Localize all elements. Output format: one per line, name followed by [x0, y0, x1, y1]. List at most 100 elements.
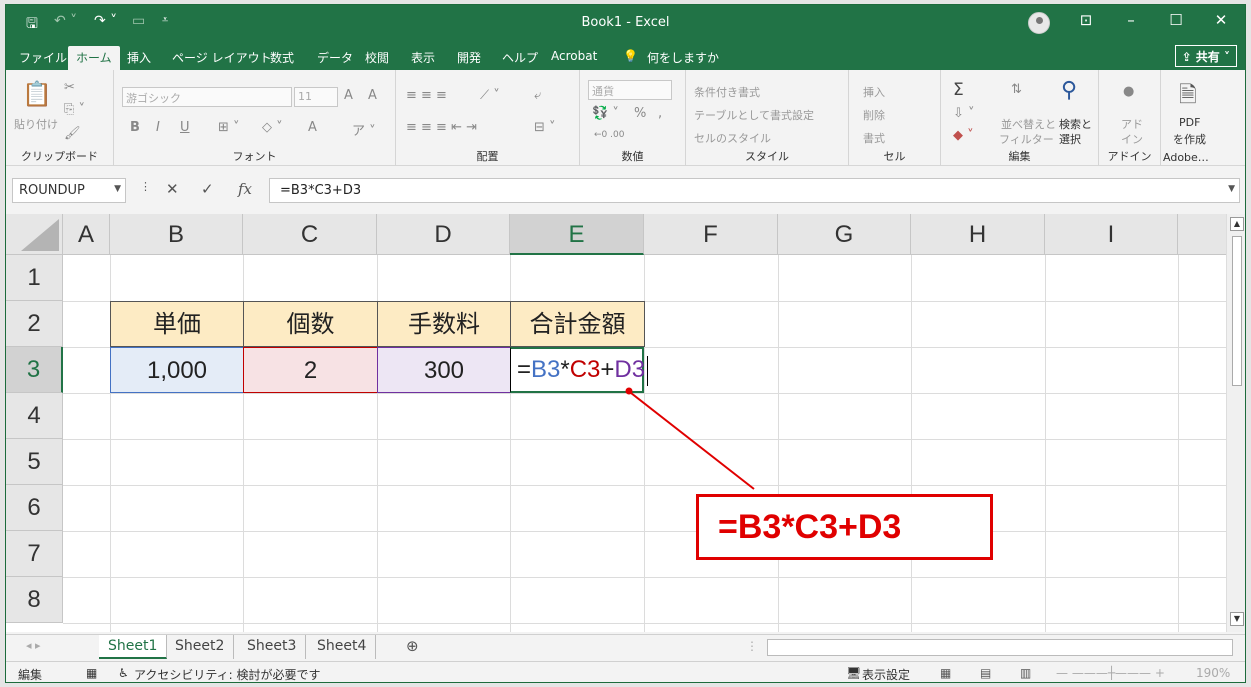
fill-color-icon[interactable]: ◇ ˅: [262, 120, 283, 135]
number-format-combo[interactable]: 通貨: [588, 80, 672, 100]
enter-icon[interactable]: ✓: [201, 180, 214, 198]
tab-file[interactable]: ファイル: [19, 49, 67, 66]
tab-data[interactable]: データ: [317, 49, 353, 66]
tab-help[interactable]: ヘルプ: [502, 49, 538, 66]
add-sheet-icon[interactable]: ⊕: [406, 637, 419, 655]
bold-button[interactable]: B: [130, 120, 140, 135]
column-header[interactable]: I: [1045, 214, 1178, 255]
font-size-combo[interactable]: 11: [294, 87, 338, 107]
wrap-text-icon[interactable]: ⤶: [534, 88, 541, 103]
page-break-icon[interactable]: ▥: [1020, 666, 1031, 680]
row-header[interactable]: 8: [6, 577, 63, 623]
cut-icon[interactable]: ✂: [64, 80, 75, 95]
conditional-format-button[interactable]: 条件付き書式: [694, 84, 760, 100]
insert-function-icon[interactable]: fx: [238, 180, 252, 198]
orientation-icon[interactable]: ⟋ ˅: [480, 88, 500, 103]
restore-icon[interactable]: ☐: [1161, 11, 1191, 29]
align-top-icon[interactable]: ≡ ≡ ≡: [406, 88, 447, 103]
pdf-icon[interactable]: 🗎: [1179, 78, 1197, 116]
tell-me-search[interactable]: 何をしますか: [647, 49, 719, 66]
account-avatar[interactable]: [1028, 12, 1050, 34]
row-header[interactable]: 1: [6, 255, 63, 301]
column-header[interactable]: A: [63, 214, 110, 255]
row-header[interactable]: 4: [6, 393, 63, 439]
autosum-icon[interactable]: Σ: [953, 80, 964, 100]
format-as-table-button[interactable]: テーブルとして書式設定: [694, 107, 814, 123]
row-header[interactable]: 6: [6, 485, 63, 531]
column-header[interactable]: [1178, 214, 1226, 255]
row-header[interactable]: 7: [6, 531, 63, 577]
border-icon[interactable]: ⊞ ˅: [218, 120, 240, 135]
column-header[interactable]: F: [644, 214, 778, 255]
copy-icon[interactable]: ⎘ ˅: [64, 102, 85, 117]
column-header[interactable]: B: [110, 214, 243, 255]
normal-view-icon[interactable]: ▦: [940, 666, 951, 680]
tab-acrobat[interactable]: Acrobat: [551, 49, 597, 63]
clear-icon[interactable]: ◆ ˅: [953, 128, 974, 143]
display-settings-button[interactable]: 表示設定: [862, 666, 910, 682]
name-box[interactable]: ROUNDUP ▼: [12, 178, 126, 203]
worksheet-grid[interactable]: A B C D E F G H I 1 2 3 4 5 6 7 8 単価 個数 …: [6, 214, 1226, 632]
ribbon-display-icon[interactable]: ⊡: [1071, 11, 1101, 29]
insert-cells-button[interactable]: 挿入: [863, 84, 885, 100]
zoom-slider[interactable]: — ———┼——— +: [1056, 666, 1165, 680]
expand-icon[interactable]: ▼: [1228, 184, 1235, 194]
shrink-font-icon[interactable]: A: [368, 88, 377, 103]
tab-formulas[interactable]: 数式: [270, 49, 294, 66]
font-color-icon[interactable]: A: [308, 120, 317, 135]
share-button[interactable]: ⇪ 共有 ˅: [1174, 45, 1237, 67]
grow-font-icon[interactable]: A: [344, 88, 353, 103]
merge-center-icon[interactable]: ⊟ ˅: [534, 120, 556, 135]
tab-home[interactable]: ホーム: [68, 46, 120, 70]
column-header[interactable]: C: [243, 214, 377, 255]
comma-button[interactable]: ,: [658, 106, 662, 121]
cell-c2[interactable]: 個数: [243, 301, 378, 347]
font-name-combo[interactable]: 游ゴシック: [122, 87, 292, 107]
scroll-down-icon[interactable]: ▼: [1230, 612, 1244, 626]
row-header[interactable]: 5: [6, 439, 63, 485]
cell-d2[interactable]: 手数料: [377, 301, 511, 347]
align-left-icon[interactable]: ≡ ≡ ≡ ⇤ ⇥: [406, 120, 477, 135]
sheet-tab-2[interactable]: Sheet2: [166, 635, 235, 659]
close-icon[interactable]: ✕: [1206, 11, 1236, 29]
scroll-thumb[interactable]: [1232, 236, 1242, 386]
format-painter-icon[interactable]: 🖌: [64, 126, 81, 141]
sort-filter-icon[interactable]: ⇅: [1011, 82, 1022, 97]
cell-d3[interactable]: 300: [377, 347, 511, 393]
tab-developer[interactable]: 開発: [457, 49, 481, 66]
accessibility-status[interactable]: アクセシビリティ: 検討が必要です: [134, 666, 321, 682]
column-header[interactable]: D: [377, 214, 510, 255]
italic-button[interactable]: I: [156, 120, 160, 135]
cell-b2[interactable]: 単価: [110, 301, 244, 347]
underline-button[interactable]: U: [180, 120, 190, 135]
zoom-level[interactable]: 190%: [1196, 666, 1230, 680]
decimal-icon[interactable]: ←0 .00: [594, 130, 624, 140]
paste-icon[interactable]: 📋: [22, 80, 52, 108]
horizontal-scrollbar[interactable]: [767, 639, 1233, 656]
vertical-scrollbar[interactable]: ▲ ▼: [1226, 214, 1245, 632]
column-header-selected[interactable]: E: [510, 214, 644, 255]
addins-icon[interactable]: ●: [1123, 84, 1134, 99]
cell-e3-editing[interactable]: =B3*C3+D3: [510, 347, 649, 393]
sheet-tab-3[interactable]: Sheet3: [238, 635, 307, 659]
row-header-selected[interactable]: 3: [6, 347, 63, 393]
format-cells-button[interactable]: 書式: [863, 130, 885, 146]
phonetic-icon[interactable]: ア ˅: [352, 120, 376, 139]
percent-button[interactable]: %: [634, 106, 646, 121]
tab-page-layout[interactable]: ページ レイアウト: [172, 49, 272, 66]
sheet-tab-1[interactable]: Sheet1: [99, 635, 168, 659]
cell-c3[interactable]: 2: [243, 347, 378, 393]
delete-cells-button[interactable]: 削除: [863, 107, 885, 123]
tab-view[interactable]: 表示: [411, 49, 435, 66]
sheet-tab-4[interactable]: Sheet4: [308, 635, 377, 659]
search-icon[interactable]: ⚲: [1061, 78, 1077, 103]
cell-b3[interactable]: 1,000: [110, 347, 244, 393]
cell-styles-button[interactable]: セルのスタイル: [694, 130, 771, 146]
column-header[interactable]: G: [778, 214, 911, 255]
column-header[interactable]: H: [911, 214, 1045, 255]
split-handle-icon[interactable]: ⋮: [746, 639, 758, 653]
select-all-button[interactable]: [6, 214, 63, 255]
cancel-icon[interactable]: ✕: [166, 180, 179, 198]
formula-input[interactable]: =B3*C3+D3 ▼: [269, 178, 1240, 203]
page-layout-icon[interactable]: ▤: [980, 666, 991, 680]
